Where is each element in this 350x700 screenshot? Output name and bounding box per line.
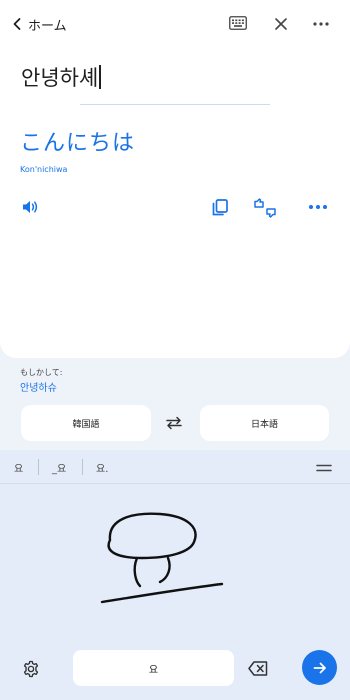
suggestion-link[interactable]: 안녕하슈 [20,379,57,394]
translation-card: ホーム 안녕하셰 こんにちは Kon'nichiwa [0,0,350,358]
submit-button[interactable] [302,650,337,685]
translated-text: こんにちは [20,131,136,156]
source-text: 안녕하셰 [21,66,99,90]
swap-icon[interactable] [165,416,183,430]
romanization: Kon'nichiwa [20,165,68,174]
chevron-left-icon [13,18,21,30]
source-text-input[interactable]: 안녕하셰 [21,62,102,92]
source-language-button[interactable]: 韓国語 [21,405,151,441]
gear-icon[interactable] [22,660,40,678]
more-options-icon[interactable] [307,200,329,214]
suggestion-hint: もしかして: [20,368,63,377]
back-button[interactable]: ホーム [10,12,67,36]
more-icon[interactable] [311,16,331,32]
top-bar: ホーム [0,12,350,36]
close-icon[interactable] [273,16,289,32]
keyboard-icon[interactable] [229,16,247,30]
backspace-icon[interactable] [248,661,268,676]
text-cursor [99,65,102,89]
back-label: ホーム [28,18,67,34]
arrow-right-icon [313,662,326,673]
divider [80,104,270,105]
recognized-preview[interactable]: 요 [73,650,234,686]
feedback-icon[interactable] [253,198,277,218]
copy-icon[interactable] [212,199,228,216]
speaker-icon[interactable] [21,199,39,215]
target-language-button[interactable]: 日本語 [200,405,329,441]
handwriting-pad[interactable]: 요 _요 요. 요 [0,450,350,700]
